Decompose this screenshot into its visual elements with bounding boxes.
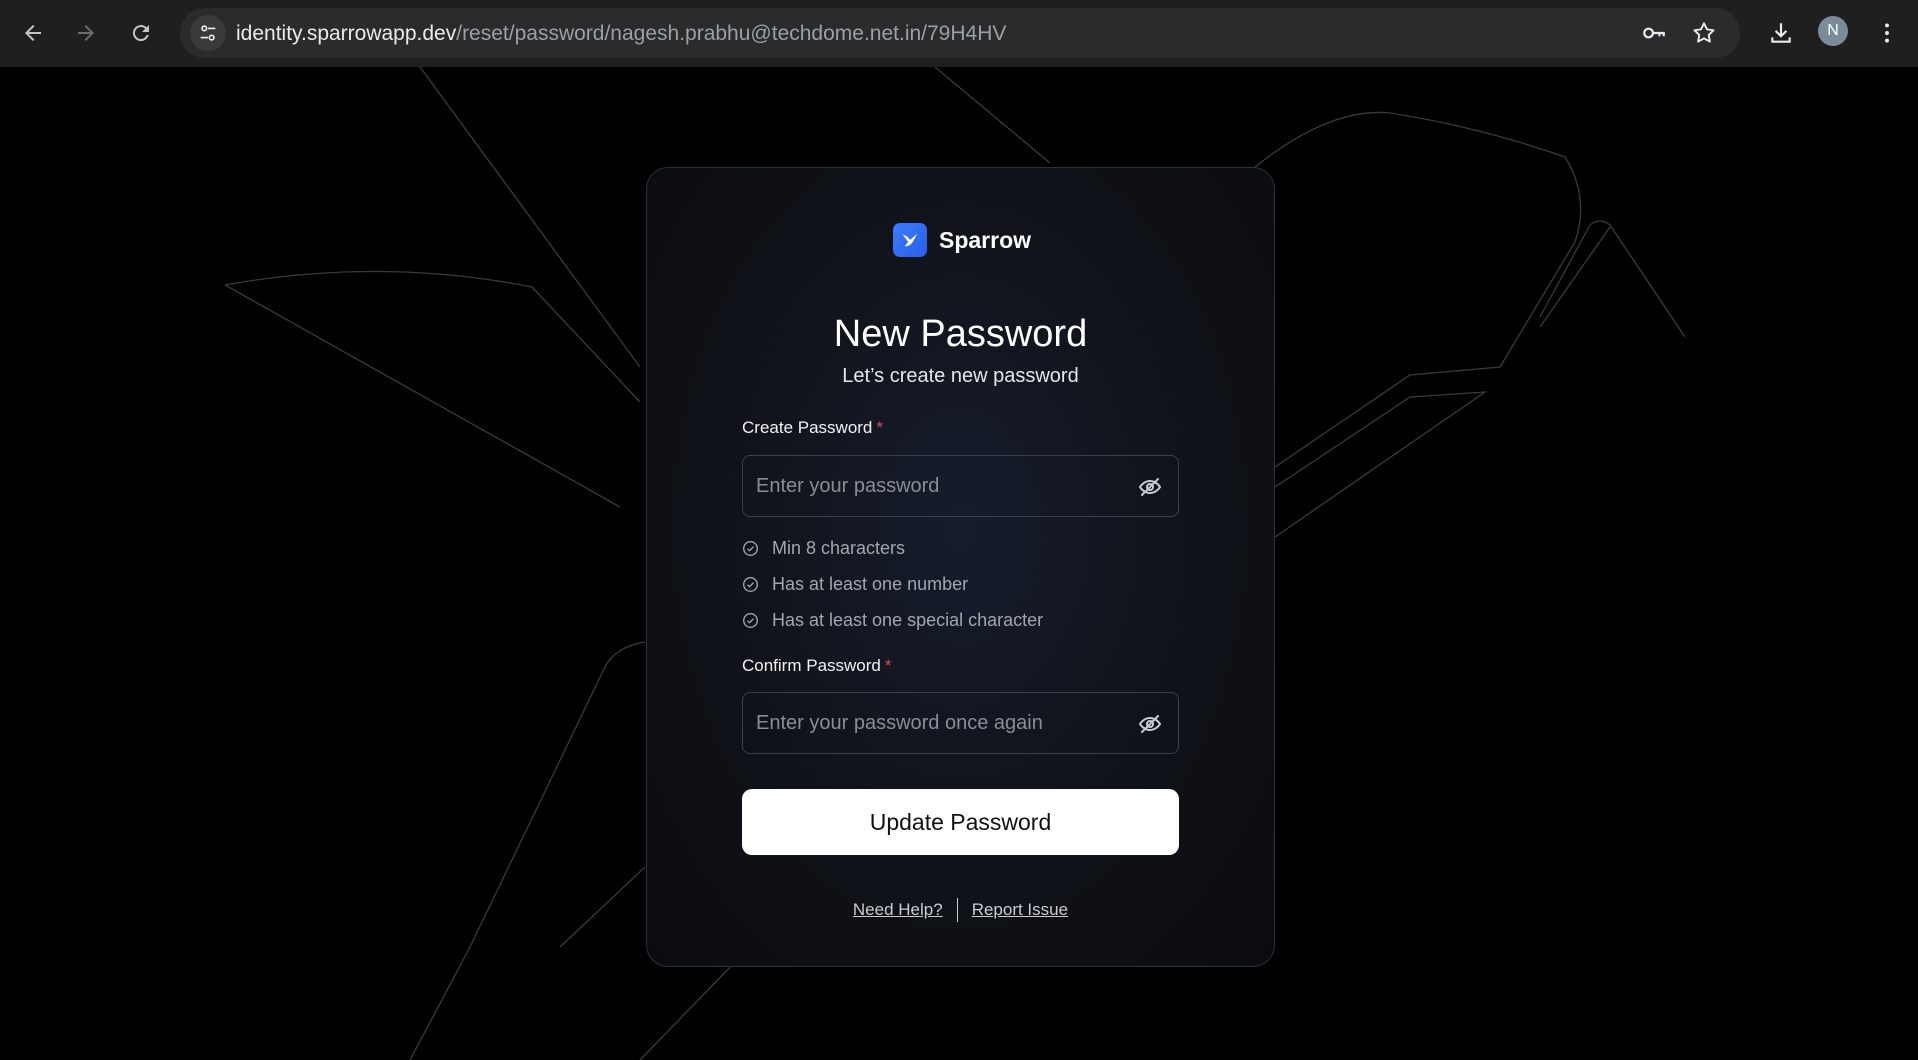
sparrow-logo-icon	[893, 223, 927, 257]
browser-toolbar: identity.sparrowapp.dev/reset/password/n…	[0, 0, 1918, 67]
confirm-password-label-text: Confirm Password	[742, 656, 881, 675]
page-subtitle: Let’s create new password	[842, 365, 1079, 387]
profile-avatar[interactable]: N	[1818, 16, 1848, 46]
confirm-password-field	[742, 692, 1179, 754]
need-help-link[interactable]: Need Help?	[853, 900, 943, 920]
page-background: Sparrow New Password Let’s create new pa…	[0, 67, 1918, 1060]
confirm-password-input[interactable]	[743, 693, 1178, 753]
more-vertical-icon	[1885, 23, 1889, 43]
create-password-field	[742, 455, 1179, 517]
reload-button[interactable]	[122, 14, 160, 52]
key-icon	[1643, 27, 1665, 39]
check-circle-icon	[743, 612, 758, 628]
rule-text: Min 8 characters	[772, 537, 906, 558]
required-marker: *	[884, 656, 892, 675]
bookmark-button[interactable]	[1690, 19, 1718, 47]
eye-off-icon[interactable]	[1138, 475, 1162, 499]
eye-off-icon[interactable]	[1138, 712, 1162, 736]
download-icon	[1771, 23, 1791, 43]
tune-icon	[200, 25, 216, 41]
check-circle-icon	[743, 576, 758, 592]
address-bar[interactable]: identity.sparrowapp.dev/reset/password/n…	[180, 8, 1740, 58]
create-password-input[interactable]	[743, 456, 1178, 516]
brand-name: Sparrow	[939, 226, 1032, 253]
brand-logo: Sparrow	[893, 222, 1031, 258]
check-circle-icon	[743, 540, 758, 556]
url-path: /reset/password/nagesh.prabhu@techdome.n…	[456, 22, 1007, 45]
footer-links: Need Help? Report Issue	[647, 898, 1274, 922]
update-password-button[interactable]: Update Password	[742, 789, 1179, 855]
report-issue-link[interactable]: Report Issue	[972, 900, 1068, 920]
rule-min-length: Min 8 characters	[742, 530, 1043, 566]
password-key-button[interactable]	[1640, 19, 1668, 47]
required-marker: *	[876, 418, 884, 437]
back-button[interactable]	[14, 14, 52, 52]
confirm-password-label: Confirm Password *	[742, 656, 892, 676]
rule-special-character: Has at least one special character	[742, 602, 1043, 638]
reload-icon	[132, 25, 149, 42]
star-icon	[1693, 22, 1715, 43]
create-password-label: Create Password *	[742, 418, 883, 438]
forward-button[interactable]	[67, 14, 105, 52]
url-text[interactable]: identity.sparrowapp.dev/reset/password/n…	[236, 22, 1006, 46]
browser-menu-button[interactable]	[1868, 14, 1906, 52]
rule-number: Has at least one number	[742, 566, 1043, 602]
reset-password-card: Sparrow New Password Let’s create new pa…	[646, 167, 1275, 967]
rule-text: Has at least one number	[772, 573, 969, 594]
link-divider	[956, 898, 958, 922]
url-host: identity.sparrowapp.dev	[236, 22, 457, 45]
page-title: New Password	[833, 313, 1088, 355]
arrow-right-icon	[78, 25, 94, 41]
password-rules-list: Min 8 characters Has at least one number…	[742, 530, 1043, 638]
arrow-left-icon	[25, 25, 41, 41]
create-password-label-text: Create Password	[742, 418, 873, 437]
downloads-button[interactable]	[1762, 14, 1800, 52]
site-info-button[interactable]	[190, 15, 226, 51]
rule-text: Has at least one special character	[772, 609, 1044, 630]
